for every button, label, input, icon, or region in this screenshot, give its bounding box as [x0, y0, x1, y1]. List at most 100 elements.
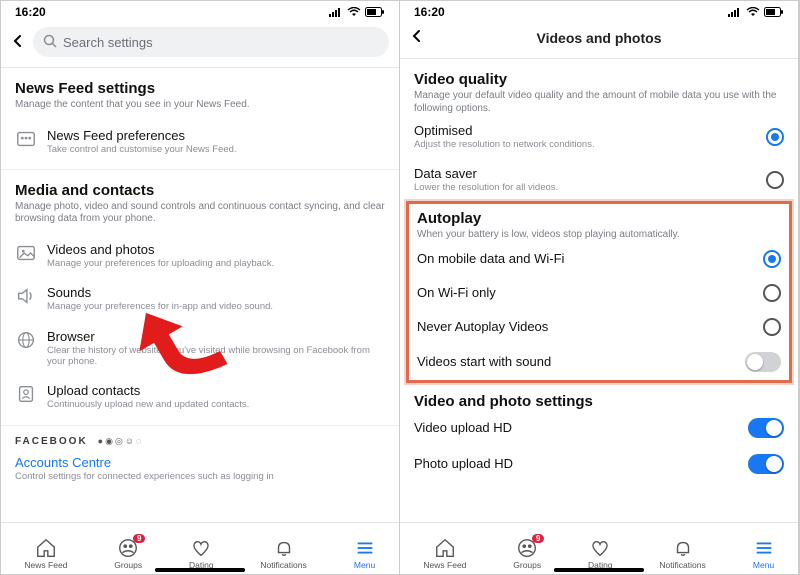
search-icon: [43, 34, 57, 51]
item-title: Sounds: [47, 285, 385, 300]
tab-dating[interactable]: Dating: [189, 537, 214, 570]
tab-label: News Feed: [24, 560, 67, 570]
section-sub-autoplay: When your battery is low, videos stop pl…: [417, 229, 781, 242]
option-title: Never Autoplay Videos: [417, 319, 548, 334]
item-browser[interactable]: Browser Clear the history of websites yo…: [15, 321, 385, 376]
header: Search settings: [1, 21, 399, 68]
tab-label: Notifications: [260, 560, 306, 570]
status-bar: 16:20: [1, 1, 399, 21]
status-time: 16:20: [414, 5, 445, 19]
section-sub-media: Manage photo, video and sound controls a…: [15, 201, 385, 226]
section-title-newsfeed: News Feed settings: [15, 80, 385, 97]
globe-icon: [15, 329, 37, 351]
search-input[interactable]: Search settings: [33, 27, 389, 57]
tab-label: Notifications: [659, 560, 705, 570]
tab-notifications[interactable]: Notifications: [659, 537, 705, 570]
item-upload-contacts[interactable]: Upload contacts Continuously upload new …: [15, 375, 385, 418]
item-desc: Continuously upload new and updated cont…: [47, 399, 385, 410]
home-indicator: [554, 568, 644, 572]
radio-icon: [763, 250, 781, 268]
radio-icon: [766, 171, 784, 189]
tab-menu[interactable]: Menu: [354, 537, 376, 570]
option-title: Optimised: [414, 123, 595, 138]
tab-newsfeed[interactable]: News Feed: [423, 537, 466, 570]
bell-icon: [273, 537, 295, 559]
newsfeed-prefs-icon: [15, 128, 37, 150]
item-desc: Manage your preferences for uploading an…: [47, 258, 385, 269]
status-time: 16:20: [15, 5, 46, 19]
signal-icon: [728, 7, 742, 17]
contacts-icon: [15, 383, 37, 405]
speaker-icon: [15, 285, 37, 307]
accounts-centre-link[interactable]: Accounts Centre: [15, 455, 385, 470]
settings-content: News Feed settings Manage the content th…: [1, 68, 399, 522]
heart-icon: [190, 537, 212, 559]
accounts-centre-desc: Control settings for connected experienc…: [15, 471, 385, 482]
item-videos-photos[interactable]: Videos and photos Manage your preference…: [15, 234, 385, 277]
item-desc: Clear the history of websites you've vis…: [47, 345, 385, 368]
tab-label: Groups: [114, 560, 142, 570]
section-title-autoplay: Autoplay: [417, 210, 781, 227]
radio-never-autoplay[interactable]: Never Autoplay Videos: [417, 310, 781, 344]
back-button[interactable]: [11, 32, 25, 53]
item-desc: Manage your preferences for in-app and v…: [47, 301, 385, 312]
toggle-title: Photo upload HD: [414, 456, 513, 471]
radio-data-saver[interactable]: Data saver Lower the resolution for all …: [414, 158, 784, 201]
phone-videos-photos: 16:20 Videos and photos Video quality Ma…: [400, 1, 799, 574]
menu-icon: [354, 537, 376, 559]
wifi-icon: [746, 7, 760, 17]
tab-groups[interactable]: 9 Groups: [513, 537, 541, 570]
section-sub-newsfeed: Manage the content that you see in your …: [15, 99, 385, 112]
tab-bar: News Feed 9 Groups Dating Notifications …: [1, 522, 399, 574]
status-icons: [329, 7, 385, 17]
tab-groups[interactable]: 9 Groups: [114, 537, 142, 570]
battery-icon: [365, 7, 385, 17]
status-icons: [728, 7, 784, 17]
badge: 9: [133, 534, 145, 543]
facebook-brand-row: FACEBOOK ●◉◎☺◌: [15, 436, 385, 447]
option-title: On mobile data and Wi-Fi: [417, 251, 564, 266]
tab-dating[interactable]: Dating: [588, 537, 613, 570]
item-newsfeed-preferences[interactable]: News Feed preferences Take control and c…: [15, 120, 385, 163]
item-desc: Take control and customise your News Fee…: [47, 144, 385, 155]
tab-notifications[interactable]: Notifications: [260, 537, 306, 570]
tab-label: News Feed: [423, 560, 466, 570]
signal-icon: [329, 7, 343, 17]
search-placeholder: Search settings: [63, 35, 153, 50]
item-title: Videos and photos: [47, 242, 385, 257]
wifi-icon: [347, 7, 361, 17]
status-bar: 16:20: [400, 1, 798, 21]
tab-newsfeed[interactable]: News Feed: [24, 537, 67, 570]
section-title-media: Media and contacts: [15, 182, 385, 199]
option-desc: Adjust the resolution to network conditi…: [414, 139, 595, 150]
section-title-vp-settings: Video and photo settings: [414, 393, 784, 410]
back-button[interactable]: [410, 27, 424, 48]
toggle-title: Videos start with sound: [417, 354, 551, 369]
tab-menu[interactable]: Menu: [753, 537, 775, 570]
option-title: Data saver: [414, 166, 558, 181]
badge: 9: [532, 534, 544, 543]
bell-icon: [672, 537, 694, 559]
home-indicator: [155, 568, 245, 572]
radio-mobile-wifi[interactable]: On mobile data and Wi-Fi: [417, 242, 781, 276]
tab-label: Menu: [354, 560, 375, 570]
brand-icons: ●◉◎☺◌: [98, 436, 144, 447]
radio-icon: [766, 128, 784, 146]
header: Videos and photos: [400, 21, 798, 59]
radio-icon: [763, 318, 781, 336]
radio-wifi-only[interactable]: On Wi-Fi only: [417, 276, 781, 310]
toggle-title: Video upload HD: [414, 420, 512, 435]
battery-icon: [764, 7, 784, 17]
facebook-logo: FACEBOOK: [15, 436, 88, 447]
toggle-photo-upload-hd[interactable]: Photo upload HD: [414, 446, 784, 482]
tab-label: Groups: [513, 560, 541, 570]
toggle-video-upload-hd[interactable]: Video upload HD: [414, 410, 784, 446]
item-sounds[interactable]: Sounds Manage your preferences for in-ap…: [15, 277, 385, 320]
radio-optimised[interactable]: Optimised Adjust the resolution to netwo…: [414, 115, 784, 158]
toggle-switch: [748, 454, 784, 474]
tab-bar: News Feed 9 Groups Dating Notifications …: [400, 522, 798, 574]
tab-label: Menu: [753, 560, 774, 570]
phone-settings: 16:20 Search settings News Feed settings…: [1, 1, 400, 574]
toggle-switch: [745, 352, 781, 372]
toggle-videos-sound[interactable]: Videos start with sound: [417, 344, 781, 380]
